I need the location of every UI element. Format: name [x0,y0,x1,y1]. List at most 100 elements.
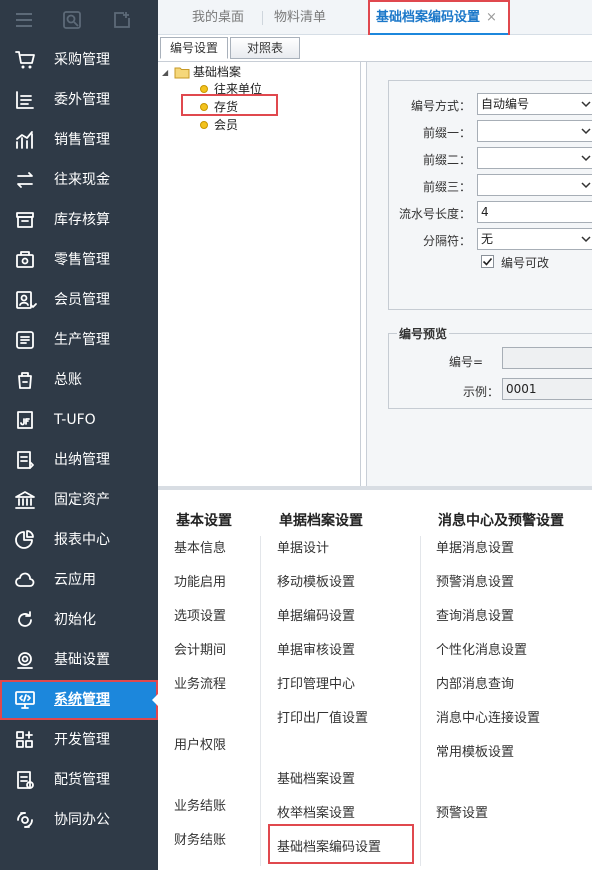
separator-select[interactable]: 无 [477,228,592,250]
sidebar-item-pie[interactable]: 报表中心 [0,520,158,560]
tree-item-contacts[interactable]: 往来单位 [214,80,262,98]
sidebar-item-cart[interactable]: 采购管理 [0,40,158,80]
prefix1-select[interactable] [477,120,592,142]
separator-label: 分隔符： [422,234,471,248]
tab-basic-archive-code-settings[interactable]: 基础档案编码设置 × [368,0,510,35]
link-print-factory-default[interactable]: 打印出厂值设置 [277,707,368,726]
sidebar-item-label: 固定资产 [54,492,110,508]
link-accounting-period[interactable]: 会计期间 [174,639,226,658]
link-document-audit[interactable]: 单据审核设置 [277,639,355,658]
sidebar-item-label: 云应用 [54,572,96,588]
sidebar: 采购管理 委外管理销售管理往来现金 库存核算 零售管理 会员管理 生产管理 总账 T-UFO 出… [0,0,158,870]
tree-root[interactable]: 基础档案 [193,63,241,81]
prefix3-select[interactable] [477,174,592,196]
link-alert-message[interactable]: 预警消息设置 [436,571,514,590]
search-icon[interactable] [62,10,82,30]
sidebar-item-label: 报表中心 [54,532,110,548]
link-enum-archive-settings[interactable]: 枚举档案设置 [277,802,355,821]
link-basic-archive-settings[interactable]: 基础档案设置 [277,768,355,787]
sidebar-item-inventory[interactable]: 库存核算 [0,200,158,240]
sidebar-item-production[interactable]: 生产管理 [0,320,158,360]
link-document-design[interactable]: 单据设计 [277,537,329,556]
link-message-connection[interactable]: 消息中心连接设置 [436,707,540,726]
sidebar-toolbar [0,0,158,40]
column-divider [420,536,421,866]
menu-icon[interactable] [14,10,34,30]
number-preview: 编号预览 编号= 示例： 0001 [388,325,592,409]
tree-node-icon [200,121,208,129]
sidebar-menu: 采购管理 委外管理销售管理往来现金 库存核算 零售管理 会员管理 生产管理 总账 T-UFO 出… [0,40,158,840]
tab-bom[interactable]: 物料清单 [274,0,326,35]
close-icon[interactable]: × [486,10,497,25]
link-user-permission[interactable]: 用户权限 [174,734,226,753]
link-business-closing[interactable]: 业务结账 [174,795,226,814]
collapse-toggle-icon[interactable]: ◢ [162,64,168,82]
numbering-method-value: 自动编号 [481,97,530,111]
tab-divider [262,11,263,25]
new-window-icon[interactable] [112,10,132,30]
tab-bar: 我的桌面 物料清单 基础档案编码设置 × [158,0,592,35]
link-business-process[interactable]: 业务流程 [174,673,226,692]
tab-my-desktop[interactable]: 我的桌面 [192,0,244,35]
sidebar-item-bank[interactable]: 固定资产 [0,480,158,520]
sidebar-item-chart[interactable]: 销售管理 [0,120,158,160]
sidebar-item-retail[interactable]: 零售管理 [0,240,158,280]
link-option-settings[interactable]: 选项设置 [174,605,226,624]
column-divider [260,536,261,866]
link-feature-enable[interactable]: 功能启用 [174,571,226,590]
link-personal-message[interactable]: 个性化消息设置 [436,639,527,658]
link-document-code[interactable]: 单据编码设置 [277,605,355,624]
sidebar-item-label: 开发管理 [54,732,110,748]
chevron-down-icon [581,155,591,162]
link-finance-closing[interactable]: 财务结账 [174,829,226,848]
sidebar-item-grid-plus[interactable]: 开发管理 [0,720,158,760]
sidebar-item-transfer[interactable]: 往来现金 [0,160,158,200]
link-mobile-template[interactable]: 移动模板设置 [277,571,355,590]
code-label: 编号= [448,355,483,369]
sidebar-item-ufo[interactable]: T-UFO [0,400,158,440]
sidebar-item-monitor-code[interactable]: 系统管理 [0,680,158,720]
link-print-center[interactable]: 打印管理中心 [277,673,355,692]
link-alert-settings[interactable]: 预警设置 [436,802,488,821]
pie-icon [15,530,34,549]
sidebar-item-ledger[interactable]: 总账 [0,360,158,400]
sidebar-item-label: 系统管理 [54,692,110,708]
sidebar-item-cashier[interactable]: 出纳管理 [0,440,158,480]
link-query-message[interactable]: 查询消息设置 [436,605,514,624]
numbering-method-select[interactable]: 自动编号 [477,93,592,115]
tree-item-member[interactable]: 会员 [214,116,238,134]
document-archive-heading: 单据档案设置 [279,513,363,529]
sidebar-item-outsource[interactable]: 委外管理 [0,80,158,120]
serial-length-input[interactable]: 4 [477,201,592,223]
ufo-icon [17,411,33,429]
check-icon [482,257,493,266]
sidebar-item-label: 出纳管理 [54,452,110,468]
bank-icon [15,491,35,509]
sidebar-item-label: 销售管理 [54,132,110,148]
link-internal-message[interactable]: 内部消息查询 [436,673,514,692]
sidebar-item-label: 协同办公 [54,812,110,828]
subtab-mapping[interactable]: 对照表 [230,37,300,59]
sidebar-item-label: T-UFO [54,412,96,428]
editable-label: 编号可改 [501,256,550,270]
monitor-code-icon [15,691,35,709]
editable-checkbox[interactable] [481,255,494,268]
sidebar-item-cloud[interactable]: 云应用 [0,560,158,600]
link-document-message[interactable]: 单据消息设置 [436,537,514,556]
sidebar-item-member[interactable]: 会员管理 [0,280,158,320]
collab-icon [17,812,33,828]
tree-node-icon [200,103,208,111]
ledger-icon [18,372,32,389]
sidebar-item-collab[interactable]: 协同办公 [0,800,158,840]
link-common-template[interactable]: 常用模板设置 [436,741,514,760]
sidebar-item-refresh[interactable]: 初始化 [0,600,158,640]
tree-item-inventory[interactable]: 存货 [214,98,238,116]
sidebar-item-delivery[interactable]: 配货管理 [0,760,158,800]
message-center-heading: 消息中心及预警设置 [438,513,564,529]
link-basic-info[interactable]: 基本信息 [174,537,226,556]
sidebar-item-settings[interactable]: 基础设置 [0,640,158,680]
prefix2-select[interactable] [477,147,592,169]
subtab-numbering[interactable]: 编号设置 [160,37,228,59]
separator-value: 无 [481,232,494,246]
link-basic-archive-code-settings[interactable]: 基础档案编码设置 [277,836,381,855]
